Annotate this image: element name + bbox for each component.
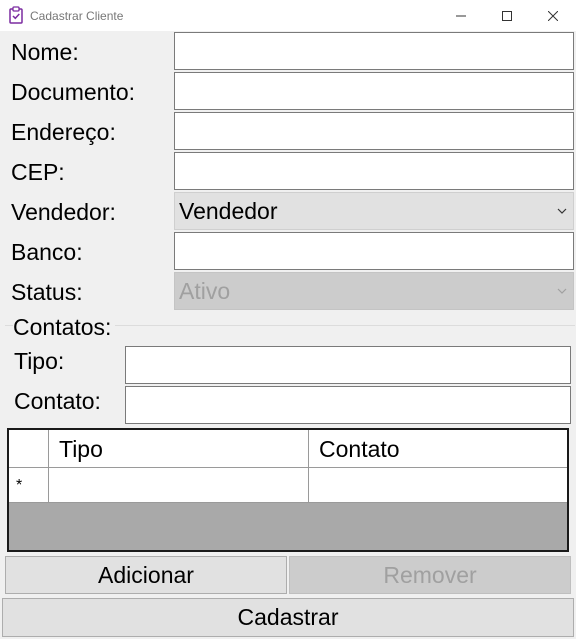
vendedor-selected-value: Vendedor	[179, 198, 278, 224]
tipo-input[interactable]	[125, 346, 571, 384]
chevron-down-icon	[557, 288, 567, 294]
grid-header-contato[interactable]: Contato	[309, 430, 567, 468]
adicionar-button[interactable]: Adicionar	[5, 556, 287, 594]
grid-header-contato-label: Contato	[319, 436, 400, 462]
minimize-icon	[456, 15, 466, 16]
clipboard-check-icon	[9, 6, 23, 24]
remover-button[interactable]: Remover	[289, 556, 571, 594]
documento-input[interactable]	[174, 72, 574, 110]
contato-label: Contato:	[14, 388, 101, 414]
cep-label: CEP:	[11, 159, 65, 185]
vendedor-select[interactable]: Vendedor	[174, 192, 574, 230]
documento-label: Documento:	[11, 79, 136, 105]
endereco-label: Endereço:	[11, 119, 116, 145]
status-selected-value: Ativo	[179, 278, 231, 304]
tipo-label: Tipo:	[14, 348, 65, 374]
grid-header-tipo-label: Tipo	[59, 436, 103, 462]
minimize-button[interactable]	[438, 0, 484, 31]
cadastrar-button-label: Cadastrar	[237, 604, 339, 630]
remover-button-label: Remover	[383, 561, 477, 588]
maximize-icon	[502, 10, 512, 21]
close-button[interactable]	[530, 0, 576, 31]
new-row-marker: *	[16, 477, 23, 494]
contatos-grid[interactable]: Tipo Contato *	[7, 428, 569, 552]
status-select[interactable]: Ativo	[174, 272, 574, 310]
cep-input[interactable]	[174, 152, 574, 190]
cadastrar-button[interactable]: Cadastrar	[2, 598, 574, 637]
endereco-input[interactable]	[174, 112, 574, 150]
contato-input[interactable]	[125, 386, 571, 424]
vendedor-label: Vendedor:	[11, 199, 116, 225]
title-bar: Cadastrar Cliente	[0, 0, 576, 31]
nome-label: Nome:	[11, 39, 79, 65]
chevron-down-icon	[557, 208, 567, 214]
contatos-group-label: Contatos:	[13, 313, 116, 341]
banco-input[interactable]	[174, 232, 574, 270]
adicionar-button-label: Adicionar	[98, 561, 194, 588]
window-title: Cadastrar Cliente	[30, 9, 124, 23]
maximize-button[interactable]	[484, 0, 530, 31]
banco-label: Banco:	[11, 239, 83, 265]
nome-input[interactable]	[174, 32, 574, 70]
grid-header-tipo[interactable]: Tipo	[49, 430, 309, 468]
grid-cell-contato[interactable]	[309, 468, 567, 503]
grid-cell-tipo[interactable]	[49, 468, 309, 503]
close-icon	[548, 10, 558, 21]
grid-row-header[interactable]: *	[9, 468, 49, 503]
status-label: Status:	[11, 279, 83, 305]
grid-corner-header	[9, 430, 49, 468]
